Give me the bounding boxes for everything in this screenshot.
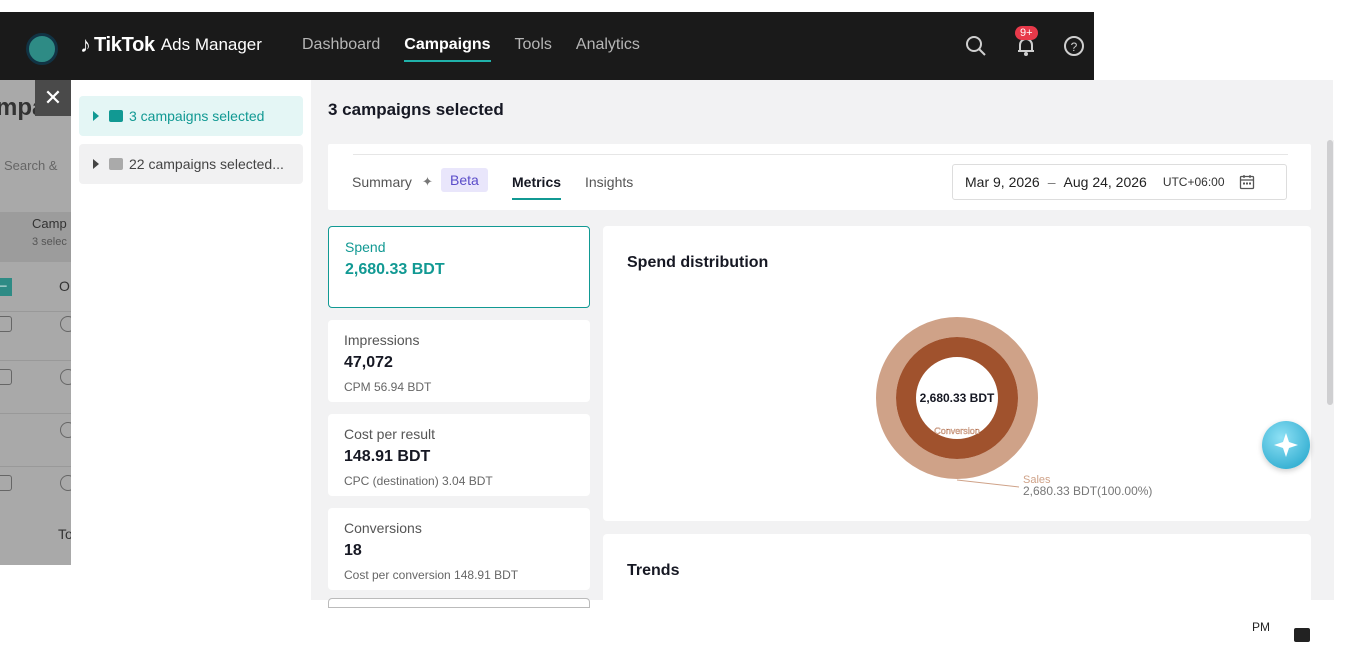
- bg-search-input: Search &: [4, 158, 58, 173]
- main-panel: 3 campaigns selected Summary ✦ Beta Metr…: [311, 80, 1333, 608]
- selector-item-selected-campaigns[interactable]: 3 campaigns selected: [79, 96, 303, 136]
- nav-icons: 9+ ?: [954, 26, 1094, 62]
- metric-card-partial[interactable]: [328, 598, 590, 608]
- tab-insights[interactable]: Insights: [585, 174, 633, 198]
- nav-item-campaigns[interactable]: Campaigns: [404, 36, 491, 62]
- tab-summary[interactable]: Summary: [352, 174, 412, 198]
- notification-badge: 9+: [1015, 26, 1038, 40]
- scrollbar-thumb[interactable]: [1327, 140, 1333, 405]
- bg-row-toggle: [60, 422, 71, 438]
- bg-row-toggle: [60, 316, 71, 332]
- brand-sub: Ads Manager: [160, 35, 262, 54]
- callout-value: 2,680.33 BDT(100.00%): [1023, 484, 1152, 498]
- brand-name: TikTok: [94, 33, 155, 56]
- nav-item-analytics[interactable]: Analytics: [576, 36, 640, 62]
- chat-icon[interactable]: [1294, 628, 1310, 642]
- bg-row-toggle: [60, 369, 71, 385]
- metric-label: Impressions: [344, 332, 420, 348]
- close-panel-button[interactable]: ✕: [35, 80, 71, 116]
- metric-sub: CPC (destination) 3.04 BDT: [344, 474, 493, 488]
- bg-campaign-label: Camp: [32, 216, 67, 231]
- calendar-icon: [1239, 175, 1254, 190]
- metric-label: Spend: [345, 239, 386, 255]
- close-icon: ✕: [43, 85, 63, 110]
- sparkle-star-icon: [1274, 433, 1298, 457]
- taskbar-clock: PM: [1252, 620, 1270, 634]
- tiktok-note-icon: ♪: [80, 32, 91, 57]
- inner-ring-label: Conversion: [934, 426, 980, 436]
- folder-icon: [109, 110, 123, 122]
- help-icon[interactable]: ?: [1062, 34, 1086, 58]
- bg-row-checkbox: [0, 369, 12, 385]
- timezone-label: UTC+06:00: [1162, 175, 1225, 189]
- campaign-selector-panel: 3 campaigns selected 22 campaigns select…: [71, 80, 311, 565]
- account-avatar[interactable]: [26, 33, 58, 65]
- divider: [0, 311, 71, 312]
- metric-card-cost-per-result[interactable]: Cost per result 148.91 BDT CPC (destinat…: [328, 414, 590, 496]
- caret-right-icon: [93, 111, 99, 121]
- metric-sub: CPM 56.94 BDT: [344, 380, 432, 394]
- metric-label: Cost per result: [344, 426, 436, 442]
- bg-total-label: To: [58, 526, 71, 542]
- divider: [0, 413, 71, 414]
- brand-logo[interactable]: ♪ TikTok Ads Manager: [80, 32, 262, 58]
- ai-assistant-button[interactable]: [1262, 421, 1310, 469]
- beta-badge: Beta: [441, 168, 488, 192]
- scrollbar[interactable]: [1326, 140, 1334, 600]
- search-icon[interactable]: [964, 34, 988, 58]
- metric-value: 18: [344, 542, 362, 559]
- bg-row-toggle: [60, 475, 71, 491]
- top-navigation: ♪ TikTok Ads Manager Dashboard Campaigns…: [0, 12, 1094, 80]
- bg-row-checkbox: [0, 316, 12, 332]
- date-end: Aug 24, 2026: [1063, 174, 1147, 190]
- bg-column-header: O: [59, 278, 70, 294]
- metric-label: Conversions: [344, 520, 422, 536]
- date-range-picker[interactable]: Mar 9, 2026 – Aug 24, 2026 UTC+06:00: [952, 164, 1287, 200]
- background-page: mpa Search & Camp 3 selec – O To: [0, 80, 71, 565]
- divider: [0, 466, 71, 467]
- folder-icon: [109, 158, 123, 170]
- metric-value: 148.91 BDT: [344, 448, 431, 465]
- bg-campaign-sub: 3 selec: [32, 236, 67, 248]
- bg-row-checkbox: [0, 475, 12, 491]
- center-label: 2,680.33 BDT: [920, 391, 995, 405]
- divider: [0, 360, 71, 361]
- date-separator: –: [1047, 174, 1056, 190]
- selector-item-other-campaigns[interactable]: 22 campaigns selected...: [79, 144, 303, 184]
- trends-title: Trends: [627, 562, 680, 579]
- date-start: Mar 9, 2026: [965, 174, 1040, 190]
- nav-item-dashboard[interactable]: Dashboard: [302, 36, 380, 62]
- tab-metrics[interactable]: Metrics: [512, 174, 562, 200]
- caret-right-icon: [93, 159, 99, 169]
- bg-select-all-checkbox: –: [0, 278, 12, 296]
- metric-card-conversions[interactable]: Conversions 18 Cost per conversion 148.9…: [328, 508, 590, 590]
- sparkle-icon: ✦: [422, 174, 433, 189]
- callout-line: [956, 479, 1020, 488]
- selector-item-label: 3 campaigns selected: [129, 108, 265, 124]
- svg-text:?: ?: [1071, 40, 1078, 54]
- spend-distribution-card: Spend distribution 2,680.33 BDT Conversi…: [603, 226, 1311, 521]
- metric-value: 47,072: [344, 354, 393, 371]
- nav-item-tools[interactable]: Tools: [515, 36, 552, 62]
- nav-menu: Dashboard Campaigns Tools Analytics: [302, 36, 640, 62]
- page-title: 3 campaigns selected: [328, 100, 504, 119]
- tabs-bar: Summary ✦ Beta Metrics Insights Mar 9, 2…: [328, 144, 1311, 210]
- trends-card: Trends: [603, 534, 1311, 604]
- metric-card-impressions[interactable]: Impressions 47,072 CPM 56.94 BDT: [328, 320, 590, 402]
- divider: [353, 154, 1288, 155]
- selector-item-label: 22 campaigns selected...: [129, 156, 284, 172]
- metric-card-spend[interactable]: Spend 2,680.33 BDT: [328, 226, 590, 308]
- metric-value: 2,680.33 BDT: [345, 261, 445, 278]
- spend-donut-chart: 2,680.33 BDT Conversion Sales 2,680.33 B…: [876, 317, 1152, 498]
- metric-sub: Cost per conversion 148.91 BDT: [344, 568, 519, 582]
